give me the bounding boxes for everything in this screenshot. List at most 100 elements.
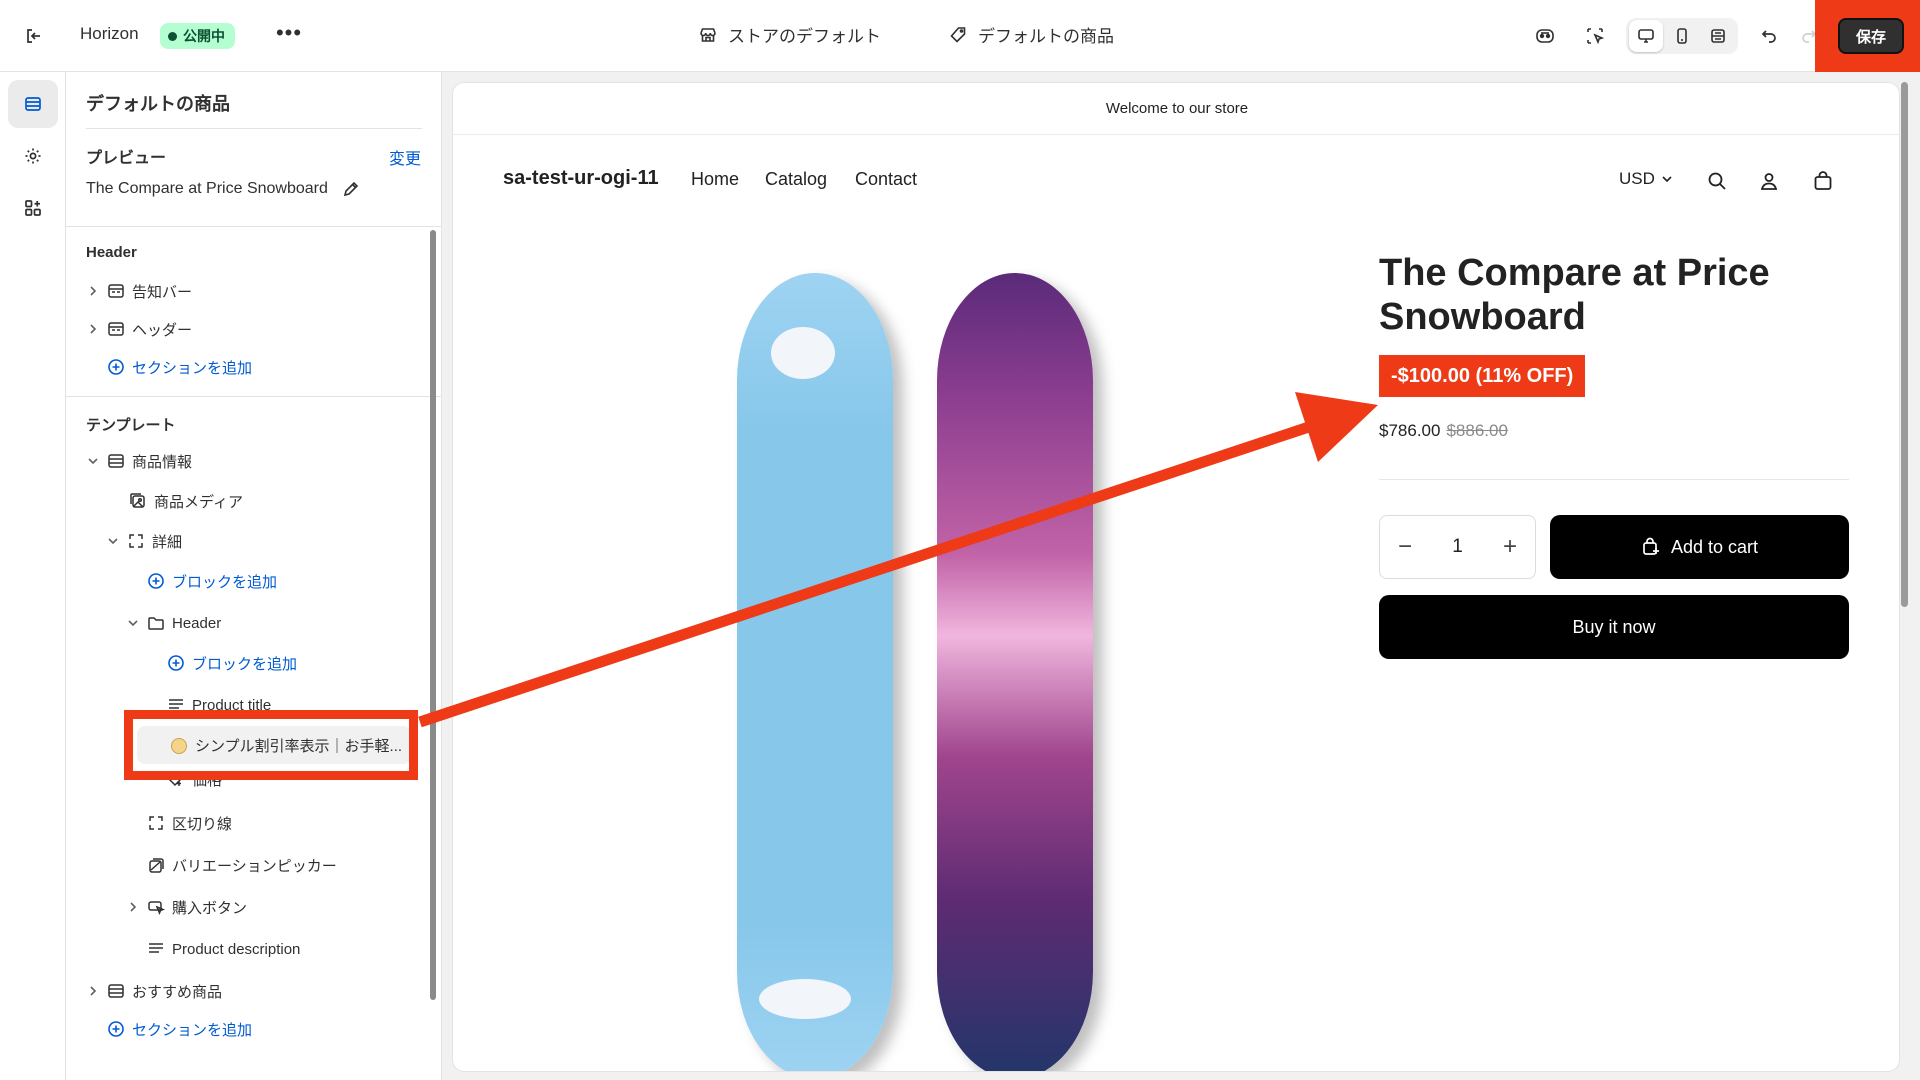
nav-link-home[interactable]: Home (691, 169, 739, 190)
tree-item-divider[interactable]: 区切り線 (146, 808, 232, 838)
section-icon (106, 451, 126, 471)
product-template-label: デフォルトの商品 (978, 27, 1114, 46)
preview-product: The Compare at Price Snowboard (86, 180, 360, 198)
settings-gear-icon[interactable] (8, 132, 58, 180)
undo-icon[interactable] (1752, 20, 1786, 52)
sale-price: $786.00 (1379, 421, 1441, 440)
tree-item-label: 区切り線 (172, 815, 233, 833)
preview-heading: プレビュー (86, 150, 167, 167)
fullscreen-view-icon[interactable] (1701, 20, 1735, 52)
save-button[interactable]: 保存 (1838, 18, 1904, 54)
divider (86, 128, 422, 129)
store-icon (700, 27, 716, 42)
tree-item-variant-picker[interactable]: バリエーションピッカー (146, 850, 337, 880)
nav-link-contact[interactable]: Contact (855, 169, 917, 190)
chevron-right-icon[interactable] (124, 898, 142, 916)
cart-bag-icon[interactable] (1809, 167, 1837, 195)
currency-label: USD (1619, 169, 1655, 188)
search-icon[interactable] (1703, 167, 1731, 195)
tree-item-label: バリエーションピッカー (172, 857, 337, 875)
currency-selector[interactable]: USD (1619, 169, 1673, 189)
add-section-button[interactable]: セクションを追加 (106, 352, 252, 382)
store-template-label: ストアのデフォルト (728, 27, 881, 46)
add-block-button[interactable]: ブロックを追加 (146, 566, 277, 596)
tree-item-buy-buttons[interactable]: 購入ボタン (124, 892, 247, 922)
tree-item-label: おすすめ商品 (132, 983, 223, 1001)
add-section-button[interactable]: セクションを追加 (106, 1014, 252, 1044)
product-title: The Compare at Price Snowboard (1379, 252, 1770, 338)
apps-icon[interactable] (8, 184, 58, 232)
inspector-icon[interactable] (1578, 20, 1612, 52)
preview-scrollbar[interactable] (1901, 82, 1908, 607)
divider (66, 396, 441, 397)
product-image-blue-snowboard[interactable] (737, 273, 893, 1071)
quantity-value[interactable]: 1 (1452, 536, 1463, 558)
tree-item-product-description[interactable]: Product description (146, 934, 300, 964)
section-icon (106, 281, 126, 301)
chevron-down-icon[interactable] (84, 452, 102, 470)
tree-item-product-info[interactable]: 商品情報 (84, 446, 192, 476)
product-image-purple-snowboard[interactable] (937, 273, 1093, 1071)
buy-now-button[interactable]: Buy it now (1379, 595, 1849, 659)
add-circle-icon (106, 357, 126, 377)
announcement-bar: Welcome to our store (453, 83, 1899, 135)
product-template-selector[interactable]: デフォルトの商品 (948, 22, 1114, 47)
tree-item-header[interactable]: ヘッダー (84, 314, 192, 344)
edit-pencil-icon[interactable] (342, 180, 360, 198)
add-circle-icon (166, 653, 186, 673)
section-icon (106, 319, 126, 339)
chevron-right-icon[interactable] (84, 320, 102, 338)
announcement-text: Welcome to our store (1105, 100, 1249, 117)
desktop-view-icon[interactable] (1629, 20, 1663, 52)
sidebar-scrollbar[interactable] (430, 230, 436, 1000)
tree-item-label: 購入ボタン (172, 899, 248, 917)
status-dot-icon (168, 31, 177, 41)
tag-icon (950, 26, 966, 43)
decrease-quantity-button[interactable]: − (1398, 533, 1412, 561)
text-block-icon (146, 939, 166, 959)
tree-item-details[interactable]: 詳細 (104, 526, 182, 556)
more-actions-button[interactable]: ••• (274, 20, 304, 50)
preview-change-link[interactable]: 変更 (389, 145, 421, 169)
chevron-right-icon[interactable] (84, 982, 102, 1000)
buy-now-label: Buy it now (1572, 616, 1656, 637)
add-block-button[interactable]: ブロックを追加 (166, 648, 297, 678)
store-template-selector[interactable]: ストアのデフォルト (698, 22, 881, 47)
theme-name: Horizon (80, 24, 139, 43)
preview-product-name: The Compare at Price Snowboard (86, 180, 328, 197)
tree-item-recommended-products[interactable]: おすすめ商品 (84, 976, 222, 1006)
add-block-label: ブロックを追加 (192, 655, 298, 673)
add-block-label: ブロックを追加 (172, 573, 278, 591)
product-price: $786.00 $886.00 (1379, 421, 1508, 441)
sidebar-title: デフォルトの商品 (86, 94, 230, 114)
chevron-right-icon[interactable] (84, 282, 102, 300)
increase-quantity-button[interactable]: + (1503, 533, 1517, 561)
discount-badge: -$100.00 (11% OFF) (1379, 355, 1586, 397)
account-icon[interactable] (1755, 167, 1783, 195)
store-preview: Welcome to our store sa-test-ur-ogi-11 H… (452, 82, 1900, 1072)
exit-icon[interactable] (20, 22, 48, 50)
tree-item-label: 告知バー (132, 283, 193, 301)
tree-item-label: ヘッダー (132, 321, 193, 339)
add-to-cart-label: Add to cart (1670, 536, 1759, 557)
chevron-down-icon[interactable] (104, 532, 122, 550)
section-sidebar: デフォルトの商品 プレビュー 変更 The Compare at Price S… (66, 72, 442, 1080)
template-group-heading: テンプレート (86, 417, 176, 434)
left-rail (0, 72, 66, 1080)
add-circle-icon (146, 571, 166, 591)
add-to-cart-button[interactable]: Add to cart (1550, 515, 1849, 579)
store-logo-text[interactable]: sa-test-ur-ogi-11 (503, 167, 659, 190)
ai-assistant-icon[interactable] (1528, 20, 1562, 52)
nav-link-catalog[interactable]: Catalog (765, 169, 827, 190)
sections-icon[interactable] (8, 80, 58, 128)
tree-item-product-media[interactable]: 商品メディア (128, 486, 243, 516)
tree-item-label: 商品情報 (132, 453, 193, 471)
status-badge-label: 公開中 (183, 28, 225, 44)
group-block-icon (126, 531, 146, 551)
mobile-view-icon[interactable] (1665, 20, 1699, 52)
media-icon (128, 491, 148, 511)
chevron-down-icon[interactable] (124, 614, 142, 632)
folder-icon (146, 613, 166, 633)
tree-item-announcement-bar[interactable]: 告知バー (84, 276, 192, 306)
tree-item-header-block[interactable]: Header (124, 608, 221, 638)
